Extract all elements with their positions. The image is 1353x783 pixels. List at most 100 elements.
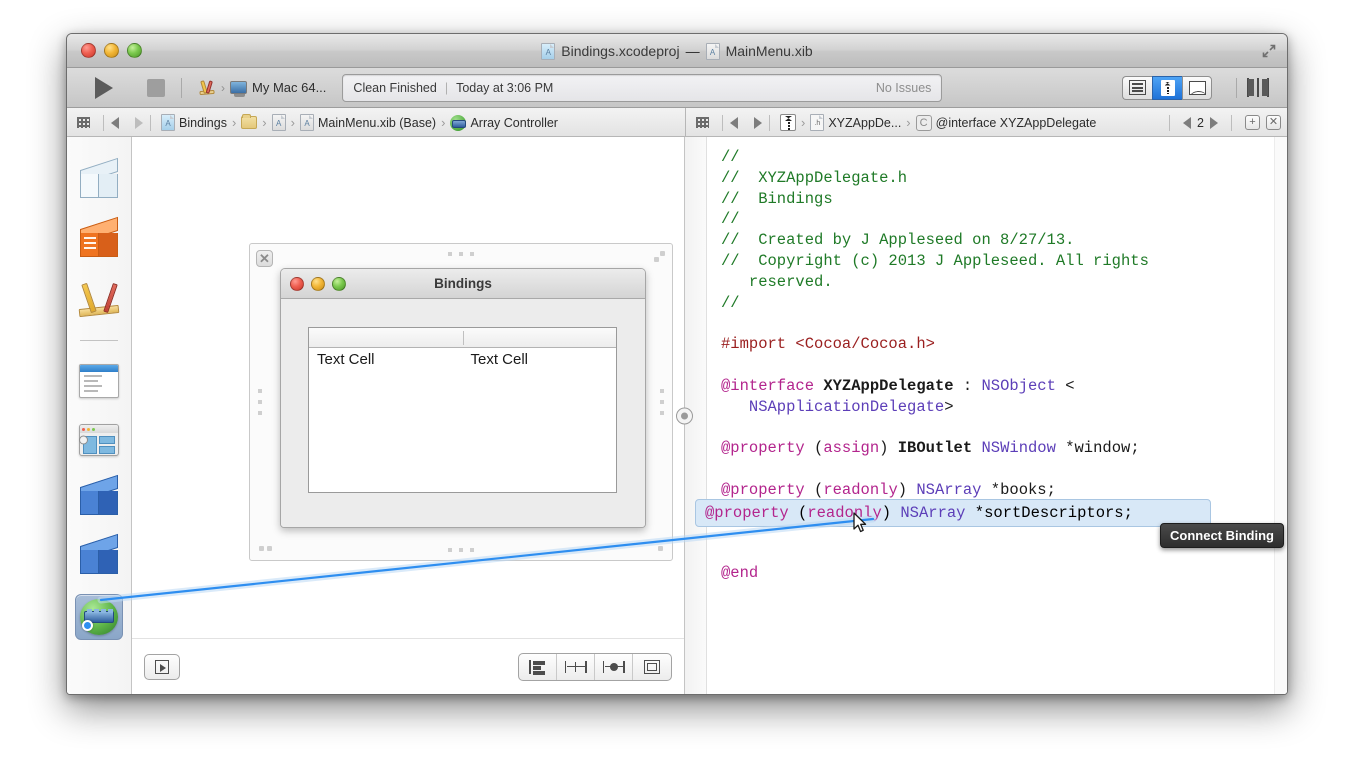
dock-item-window[interactable] <box>75 417 123 463</box>
canvas-window-frame[interactable]: ✕ Bindings Text Cell Text Cell <box>249 243 673 561</box>
window-selection-dot-icon <box>79 435 88 445</box>
breadcrumb-mainmenu-label: MainMenu.xib (Base) <box>317 115 437 130</box>
breadcrumb-mainmenu[interactable]: A MainMenu.xib (Base) <box>297 113 439 132</box>
align-button[interactable] <box>519 653 557 680</box>
table-row[interactable]: Text Cell Text Cell <box>309 348 616 368</box>
xcodeproj-icon: A <box>161 114 175 131</box>
related-items-icon[interactable] <box>696 117 709 128</box>
breadcrumb-assistant-mode[interactable] <box>777 113 799 132</box>
counterpart-counter: 2 <box>1197 115 1204 130</box>
breadcrumb-xib-file[interactable]: A <box>269 113 289 132</box>
back-button[interactable] <box>730 116 738 129</box>
breadcrumb-project[interactable]: A Bindings <box>158 113 230 132</box>
column-divider[interactable] <box>462 331 464 345</box>
breadcrumb-interface[interactable]: C @interface XYZAppDelegate <box>913 114 1100 132</box>
interface-builder-canvas[interactable]: ✕ Bindings Text Cell Text Cell <box>132 137 693 694</box>
array-controller-icon <box>450 114 467 131</box>
frame-handle-right <box>660 389 664 415</box>
dock-item-object-1[interactable] <box>75 474 123 522</box>
xib-icon: A <box>705 42 720 60</box>
interface-builder-dock <box>67 137 132 694</box>
breadcrumb-header-file[interactable]: .h XYZAppDe... <box>807 113 904 132</box>
editor-mode-segment <box>1122 75 1212 100</box>
mac-destination-icon <box>230 81 247 97</box>
related-items-icon[interactable] <box>77 117 90 128</box>
next-counterpart-button[interactable] <box>1210 116 1218 129</box>
scheme-selector[interactable]: › My Mac 64... <box>192 77 332 99</box>
tooltip-label: Connect Binding <box>1170 528 1274 543</box>
activity-status-bar[interactable]: Clean Finished | Today at 3:06 PM No Iss… <box>342 73 943 102</box>
breadcrumb-interface-label: @interface XYZAppDelegate <box>935 115 1097 130</box>
resizing-behavior-button[interactable] <box>633 654 671 680</box>
dock-item-first-responder[interactable] <box>75 277 123 323</box>
breadcrumb-separator: › <box>906 115 911 130</box>
standard-editor-button[interactable] <box>1122 75 1152 100</box>
assistant-editor-button[interactable] <box>1152 75 1182 100</box>
document-outline-button[interactable] <box>144 653 180 680</box>
toolbar-divider-2 <box>1236 77 1237 98</box>
code-property-books: @property (readonly) NSArray *books; <box>721 480 1056 499</box>
table-header-row[interactable] <box>309 328 616 348</box>
xcodeproj-icon: A <box>541 42 556 60</box>
frame-handle-bottom <box>448 548 474 552</box>
pin-button[interactable] <box>557 653 595 680</box>
previous-counterpart-button[interactable] <box>1183 116 1192 129</box>
forward-button[interactable] <box>754 116 762 129</box>
dock-item-main-menu[interactable] <box>75 358 123 404</box>
screen: A Bindings.xcodeproj — A MainMenu.xib › … <box>0 0 1353 783</box>
editor-scrollbar[interactable] <box>1274 137 1287 694</box>
editor-split-handle[interactable] <box>676 407 693 424</box>
preview-minimize-button[interactable] <box>311 277 325 291</box>
first-responder-icon <box>78 282 120 318</box>
canvas-close-icon[interactable]: ✕ <box>256 250 273 267</box>
dock-item-files-owner[interactable] <box>75 216 123 264</box>
table-cell-1[interactable]: Text Cell <box>309 351 463 368</box>
stop-button[interactable] <box>141 75 171 101</box>
main-toolbar: › My Mac 64... Clean Finished | Today at… <box>67 68 1287 108</box>
preview-content: Text Cell Text Cell <box>281 299 645 527</box>
dock-item-placeholders[interactable] <box>75 157 123 205</box>
title-file: MainMenu.xib <box>725 43 813 59</box>
main-menu-icon <box>79 364 119 398</box>
breadcrumb-array-controller[interactable]: Array Controller <box>447 114 561 132</box>
debug-toggle-button[interactable] <box>1257 77 1259 97</box>
breadcrumb-separator: › <box>441 115 446 130</box>
source-code[interactable]: // // XYZAppDelegate.h // Bindings // //… <box>707 137 1274 694</box>
forward-button[interactable] <box>135 116 143 129</box>
close-assistant-editor-button[interactable]: ✕ <box>1266 115 1281 130</box>
xcode-app-icon <box>198 79 216 97</box>
table-cell-2[interactable]: Text Cell <box>463 351 617 368</box>
table-view[interactable]: Text Cell Text Cell <box>308 327 617 493</box>
auto-layout-controls <box>518 652 672 681</box>
breadcrumb-array-controller-label: Array Controller <box>470 115 558 130</box>
breadcrumb-folder[interactable] <box>238 114 260 130</box>
add-assistant-editor-button[interactable]: + <box>1245 115 1260 130</box>
preview-window-title: Bindings <box>434 276 492 291</box>
utilities-toggle-button[interactable] <box>1267 77 1269 97</box>
status-issues: No Issues <box>875 80 932 95</box>
preview-traffic-lights <box>290 277 346 291</box>
frame-handle-tr2 <box>654 257 659 262</box>
dock-item-object-2[interactable] <box>75 533 123 581</box>
code-property-window: @property (assign) IBOutlet NSWindow *wi… <box>721 439 1140 458</box>
fullscreen-button[interactable] <box>1261 43 1277 59</box>
assistant-code-editor[interactable]: // // XYZAppDelegate.h // Bindings // //… <box>685 137 1287 694</box>
object-cube-1-icon <box>80 474 118 517</box>
back-button[interactable] <box>111 116 119 129</box>
window-titlebar: A Bindings.xcodeproj — A MainMenu.xib <box>67 34 1287 68</box>
preview-zoom-button[interactable] <box>332 277 346 291</box>
version-editor-icon <box>1188 80 1206 95</box>
version-editor-button[interactable] <box>1182 75 1212 100</box>
xib-icon: A <box>299 114 314 131</box>
resizing-behavior-icon <box>644 659 660 674</box>
navigator-toggle-button[interactable] <box>1247 77 1249 97</box>
class-c-icon: C <box>915 114 932 131</box>
preview-close-button[interactable] <box>290 277 304 291</box>
resolve-issues-button[interactable] <box>595 653 633 680</box>
breadcrumb-project-label: Bindings <box>179 115 227 130</box>
dock-item-array-controller[interactable] <box>75 594 123 640</box>
run-button[interactable] <box>89 75 119 101</box>
code-property-sortdescriptors[interactable]: @property (readonly) NSArray *sortDescri… <box>705 503 1133 524</box>
bindings-window-preview[interactable]: Bindings Text Cell Text Cell <box>280 268 646 528</box>
pin-icon <box>564 660 587 673</box>
